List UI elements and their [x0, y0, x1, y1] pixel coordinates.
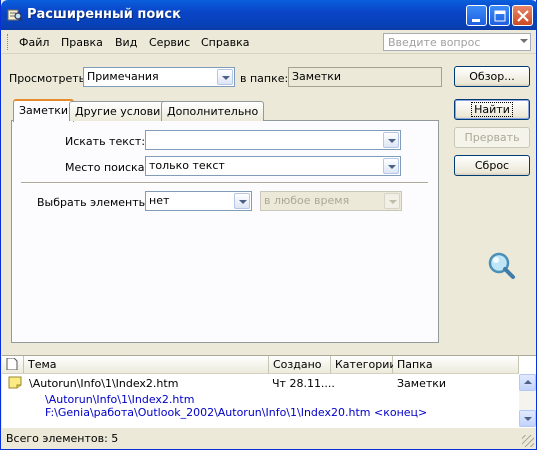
- toolbar-grip[interactable]: [7, 34, 10, 50]
- look-for-label: Просмотреть:: [9, 72, 89, 85]
- chevron-down-icon[interactable]: [383, 132, 399, 148]
- time-value: в любое время: [264, 194, 350, 207]
- ask-question-box[interactable]: Введите вопрос: [383, 33, 531, 51]
- search-text-input[interactable]: [145, 130, 401, 150]
- search-in-select[interactable]: только текст: [145, 156, 401, 176]
- row-folder: Заметки: [397, 377, 447, 390]
- close-icon: [517, 10, 529, 22]
- find-app-icon: [7, 9, 23, 22]
- row-preview-line-1: \Autorun\Info\1\Index2.htm: [45, 393, 195, 406]
- folder-field: Заметки: [288, 67, 442, 87]
- menu-file[interactable]: Файл: [19, 36, 49, 49]
- column-header-icon[interactable]: [2, 356, 24, 374]
- menu-view[interactable]: Вид: [115, 36, 137, 49]
- maximize-icon: [494, 10, 506, 22]
- menu-tools[interactable]: Сервис: [149, 36, 190, 49]
- chevron-down-icon[interactable]: [383, 158, 399, 174]
- search-in-value: только текст: [149, 159, 225, 172]
- resize-grip[interactable]: [522, 435, 534, 447]
- chevron-down-icon[interactable]: [234, 193, 250, 209]
- divider: [21, 182, 428, 184]
- select-items-value: нет: [149, 194, 170, 207]
- ask-question-placeholder: Введите вопрос: [388, 36, 481, 49]
- search-text-label: Искать текст:: [65, 135, 146, 148]
- title-bar[interactable]: Расширенный поиск: [1, 0, 537, 30]
- in-folder-label: в папке:: [240, 72, 289, 85]
- row-preview-line-2: F:\Genia\работа\Outlook_2002\Autorun\Inf…: [45, 406, 428, 419]
- tab-advanced[interactable]: Дополнительно: [161, 101, 265, 121]
- maximize-button[interactable]: [489, 5, 510, 26]
- column-header-created[interactable]: Создано: [269, 356, 331, 374]
- look-for-select[interactable]: Примечания: [83, 67, 235, 87]
- search-in-label: Место поиска:: [65, 161, 149, 174]
- document-icon: [6, 357, 18, 371]
- note-icon: [8, 376, 22, 389]
- menu-help[interactable]: Справка: [201, 36, 249, 49]
- chevron-down-icon[interactable]: [520, 39, 528, 43]
- column-header-subject[interactable]: Тема: [24, 356, 269, 374]
- scroll-down-button[interactable]: [519, 410, 536, 427]
- window-title: Расширенный поиск: [27, 7, 181, 22]
- search-magnifier-icon: [488, 252, 515, 279]
- find-now-button[interactable]: Найти: [454, 99, 530, 120]
- chevron-down-icon[interactable]: [384, 193, 400, 209]
- menu-edit[interactable]: Правка: [61, 36, 103, 49]
- select-items-select[interactable]: нет: [145, 191, 252, 211]
- find-now-label: Найти: [471, 102, 513, 117]
- tab-more-choices[interactable]: Другие условия: [69, 101, 173, 121]
- status-bar: Всего элементов: 5: [2, 427, 536, 449]
- column-header-categories[interactable]: Категории: [331, 356, 397, 374]
- minimize-button[interactable]: [466, 5, 487, 26]
- vertical-scrollbar[interactable]: [519, 374, 536, 427]
- results-list: Тема Создано Категории Папка \Autorun\In…: [2, 355, 536, 427]
- time-select[interactable]: в любое время: [260, 191, 402, 211]
- row-created: Чт 28.11....: [272, 377, 335, 390]
- minimize-icon: [472, 19, 480, 22]
- advanced-find-window: Расширенный поиск Файл Правка Вид Сервис…: [0, 0, 537, 450]
- chevron-down-icon[interactable]: [217, 69, 233, 85]
- scroll-up-button[interactable]: [519, 374, 536, 391]
- select-items-label: Выбрать элементы:: [37, 196, 152, 209]
- tab-panel-notes: [11, 120, 439, 343]
- look-for-value: Примечания: [87, 70, 159, 83]
- close-button[interactable]: [512, 5, 533, 26]
- menu-bar: Файл Правка Вид Сервис Справка Введите в…: [2, 30, 536, 54]
- stop-button[interactable]: Прервать: [454, 127, 530, 148]
- column-header-folder[interactable]: Папка: [393, 356, 519, 374]
- item-count: Всего элементов: 5: [6, 432, 119, 445]
- tab-notes[interactable]: Заметки: [13, 99, 75, 122]
- new-search-button[interactable]: Сброс: [454, 155, 530, 176]
- row-subject: \Autorun\Info\1\Index2.htm: [29, 377, 179, 390]
- browse-button[interactable]: Обзор...: [454, 66, 530, 87]
